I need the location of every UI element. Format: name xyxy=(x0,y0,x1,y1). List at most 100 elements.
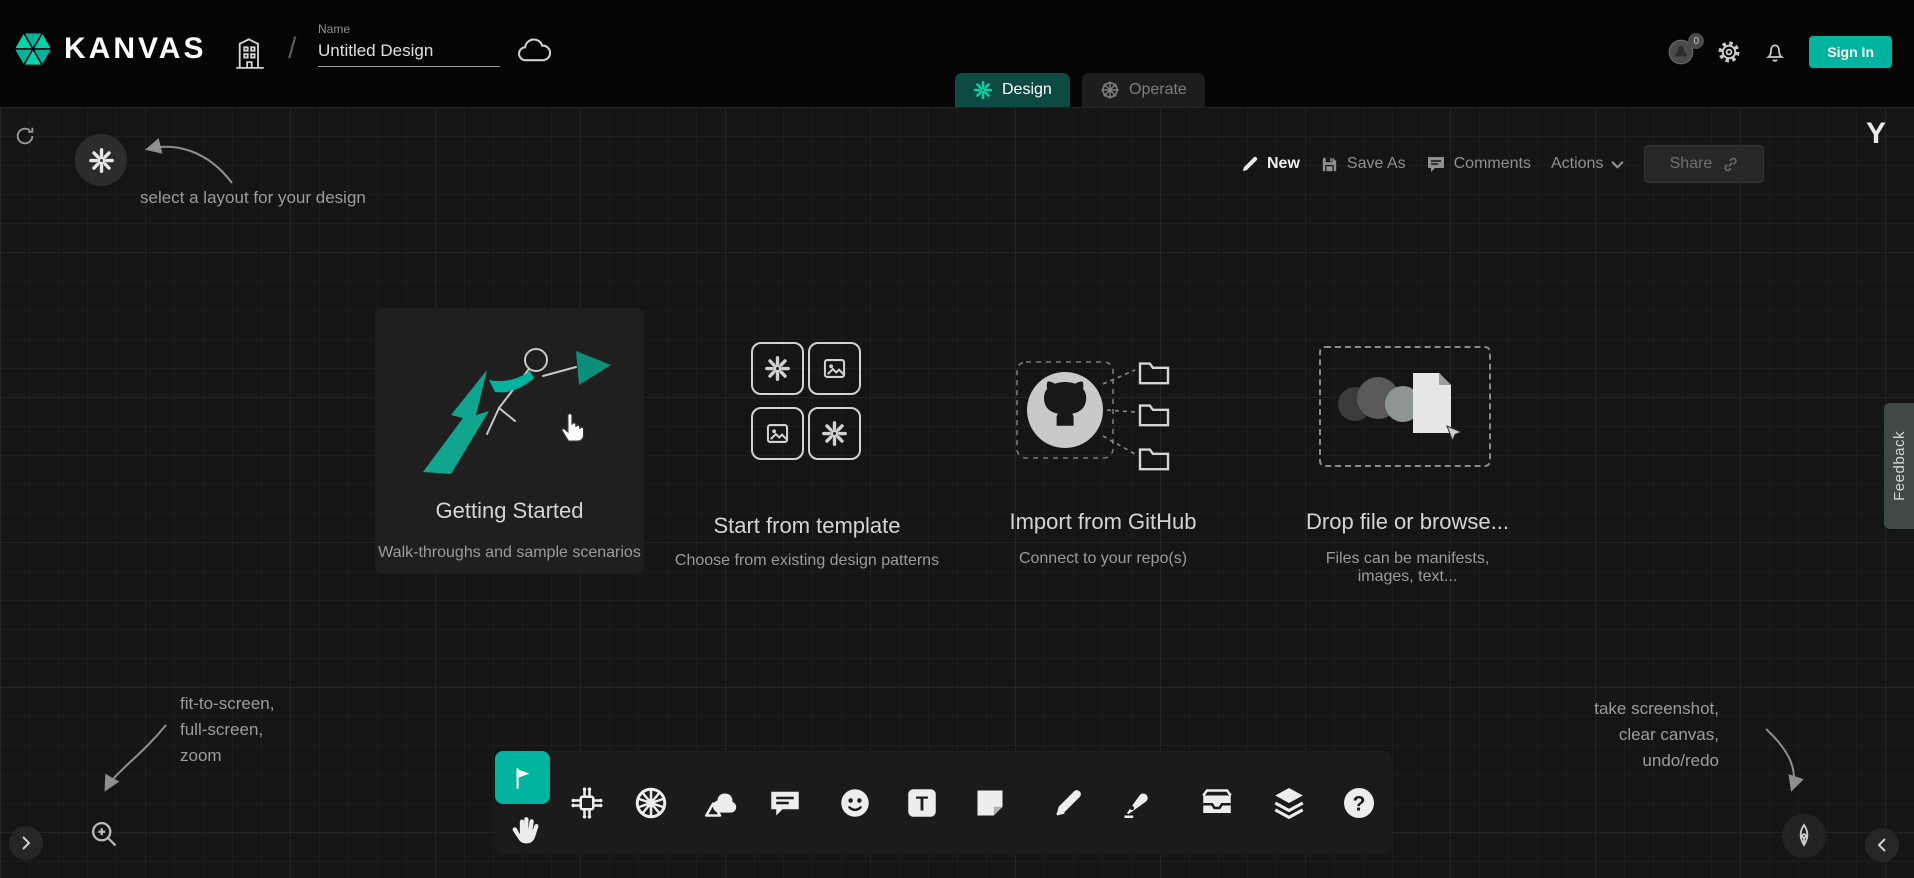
image-icon xyxy=(821,355,848,382)
tab-operate[interactable]: Operate xyxy=(1082,73,1205,107)
comment-tool[interactable] xyxy=(763,781,807,825)
tool-dock: T xyxy=(495,751,1392,855)
card-subtitle: Connect to your repo(s) xyxy=(1003,550,1203,568)
shapes-icon xyxy=(700,783,740,823)
building-icon[interactable] xyxy=(234,34,266,72)
layers-tool[interactable] xyxy=(1267,781,1311,825)
credits-badge: 0 xyxy=(1688,33,1704,49)
text-icon: T xyxy=(902,783,942,823)
help-button[interactable]: ? xyxy=(1337,781,1381,825)
logo-wordmark: KANVAS xyxy=(64,32,206,66)
smiley-icon xyxy=(835,783,875,823)
shapes-tool[interactable] xyxy=(698,781,742,825)
card-subtitle: Files can be manifests, images, text... xyxy=(1300,550,1515,586)
card-drop-file[interactable]: Drop file or browse... Files can be mani… xyxy=(1300,346,1515,561)
card-title: Getting Started xyxy=(375,498,644,524)
comments-button[interactable]: Comments xyxy=(1426,154,1531,174)
template-tile xyxy=(808,342,861,395)
help-icon: ? xyxy=(1339,783,1379,823)
kanvas-logo[interactable]: KANVAS xyxy=(12,28,206,70)
breadcrumb-separator: / xyxy=(288,32,296,66)
tray-icon xyxy=(1197,783,1237,823)
zoom-icon[interactable] xyxy=(88,818,120,850)
flag-icon xyxy=(510,765,536,791)
card-subtitle: Choose from existing design patterns xyxy=(671,552,943,570)
sign-in-button[interactable]: Sign In xyxy=(1809,36,1892,68)
bottom-left-hints: fit-to-screen, full-screen, zoom xyxy=(180,691,274,769)
card-start-from-template[interactable]: Start from template Choose from existing… xyxy=(671,342,943,572)
pen-tool[interactable] xyxy=(1115,781,1159,825)
sticky-icon xyxy=(970,783,1010,823)
layout-picker-button[interactable] xyxy=(75,134,127,186)
template-tile xyxy=(751,342,804,395)
app-header: KANVAS / Name Design Operate xyxy=(0,0,1914,107)
feedback-label: Feedback xyxy=(1891,431,1908,501)
image-icon xyxy=(764,420,791,447)
sprocket-icon xyxy=(764,355,791,382)
pencil-icon xyxy=(1240,155,1259,174)
sync-icon[interactable] xyxy=(14,125,36,147)
card-title: Start from template xyxy=(671,513,943,539)
hand-icon[interactable] xyxy=(505,809,543,849)
card-getting-started[interactable]: Getting Started Walk-throughs and sample… xyxy=(375,308,644,574)
link-icon xyxy=(1722,156,1739,173)
template-tile xyxy=(808,407,861,460)
svg-text:T: T xyxy=(916,794,928,816)
design-name-input[interactable] xyxy=(318,39,500,67)
card-import-from-github[interactable]: Import from GitHub Connect to your repo(… xyxy=(1003,352,1203,572)
sprocket-icon xyxy=(821,420,848,447)
new-button[interactable]: New xyxy=(1240,155,1300,174)
getting-started-illustration xyxy=(393,320,626,492)
actions-dropdown[interactable]: Actions xyxy=(1551,155,1624,173)
operate-helm-icon xyxy=(1100,80,1120,100)
comments-icon xyxy=(1426,154,1446,174)
github-illustration xyxy=(1003,352,1203,486)
kubernetes-tool[interactable] xyxy=(629,781,673,825)
comment-icon xyxy=(765,783,805,823)
design-name-field: Name xyxy=(318,22,500,67)
feedback-tab[interactable]: Feedback xyxy=(1884,403,1914,529)
pencil-tool[interactable] xyxy=(1046,781,1090,825)
sticky-note-tool[interactable] xyxy=(968,781,1012,825)
cloud-icon[interactable] xyxy=(515,38,553,66)
components-tool[interactable] xyxy=(565,781,609,825)
import-tray-tool[interactable] xyxy=(1195,781,1239,825)
sticker-tool[interactable] xyxy=(833,781,877,825)
hand-cursor-icon xyxy=(557,408,591,444)
tab-design[interactable]: Design xyxy=(955,73,1070,107)
drop-zone[interactable] xyxy=(1319,346,1491,467)
plus-cursor-icon xyxy=(1447,426,1461,440)
pen-nib-icon xyxy=(1790,822,1818,850)
card-title: Drop file or browse... xyxy=(1300,509,1515,535)
sprocket-icon xyxy=(88,147,115,174)
workspace-logo: Y xyxy=(1866,117,1886,151)
header-actions: 0 Sign In xyxy=(1667,30,1892,74)
select-tool-button[interactable] xyxy=(495,751,550,804)
chevron-right-icon xyxy=(20,835,32,851)
pen-tool-icon xyxy=(1117,783,1157,823)
gear-icon[interactable] xyxy=(1717,40,1741,64)
folder-icon xyxy=(1140,364,1168,384)
bottom-right-hints: take screenshot, clear canvas, undo/redo xyxy=(1594,696,1719,774)
design-canvas[interactable]: select a layout for your design New Save… xyxy=(0,107,1914,878)
share-button[interactable]: Share xyxy=(1644,145,1764,183)
expand-left-panel-button[interactable] xyxy=(9,826,43,860)
design-name-label: Name xyxy=(318,22,500,36)
circuit-icon xyxy=(567,783,607,823)
save-icon xyxy=(1320,155,1339,174)
chevron-left-icon xyxy=(1876,837,1888,853)
expand-right-panel-button[interactable] xyxy=(1865,828,1899,862)
drawing-tools-button[interactable] xyxy=(1782,814,1826,858)
template-tile xyxy=(751,407,804,460)
drop-illustration xyxy=(1321,348,1489,465)
save-as-button[interactable]: Save As xyxy=(1320,155,1406,174)
tab-design-label: Design xyxy=(1002,81,1052,99)
bell-icon[interactable] xyxy=(1763,40,1787,64)
tab-operate-label: Operate xyxy=(1129,81,1187,99)
layers-icon xyxy=(1269,783,1309,823)
text-tool[interactable]: T xyxy=(900,781,944,825)
layout-hint: select a layout for your design xyxy=(140,185,366,211)
credits-button[interactable]: 0 xyxy=(1667,38,1695,66)
kubernetes-icon xyxy=(631,783,671,823)
design-sprocket-icon xyxy=(973,80,993,100)
